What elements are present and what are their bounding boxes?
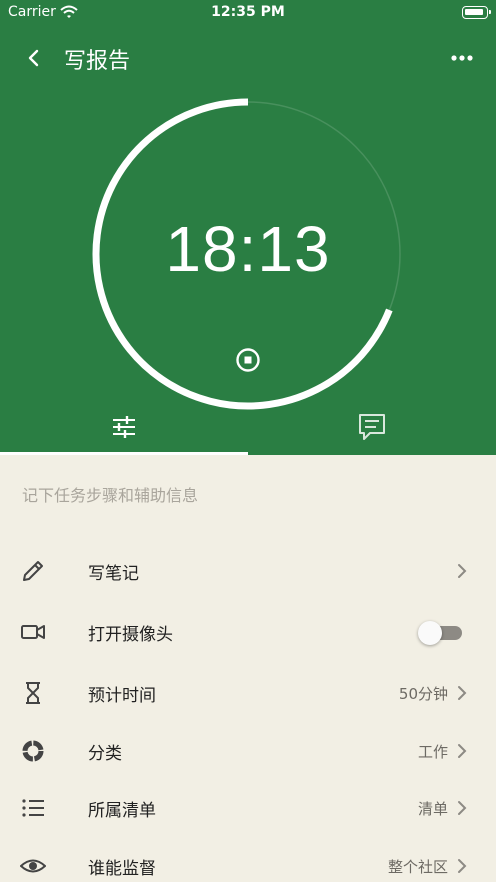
row-label: 预计时间 <box>88 686 156 706</box>
row-write-note[interactable]: 写笔记 <box>0 541 496 599</box>
hourglass-icon <box>20 680 46 706</box>
battery-icon <box>462 6 491 19</box>
timer-header: Carrier 12:35 PM 写报告 18:13 <box>0 0 496 455</box>
more-icon[interactable] <box>450 50 474 66</box>
video-camera-icon <box>20 619 46 645</box>
chevron-right-icon <box>456 857 468 875</box>
row-value: 50分钟 <box>398 685 448 703</box>
chevron-left-icon[interactable] <box>22 46 46 70</box>
row-label: 谁能监督 <box>88 859 156 879</box>
pencil-icon <box>20 558 46 584</box>
chevron-right-icon <box>456 742 468 760</box>
eye-icon <box>19 853 47 879</box>
chevron-right-icon <box>456 799 468 817</box>
task-notes-placeholder[interactable]: 记下任务步骤和辅助信息 <box>22 482 198 506</box>
list-icon <box>20 795 46 821</box>
timer-display: 18:13 <box>165 213 331 285</box>
row-value: 整个社区 <box>387 858 448 876</box>
toggle-knob <box>418 621 442 645</box>
tab-indicator <box>0 452 248 455</box>
stop-icon[interactable] <box>235 347 261 373</box>
row-value: 工作 <box>417 743 448 761</box>
chevron-right-icon <box>456 684 468 702</box>
page-title: 写报告 <box>64 49 131 74</box>
row-open-camera: 打开摄像头 <box>0 602 496 660</box>
sliders-icon <box>111 415 137 443</box>
row-category[interactable]: 分类 工作 <box>0 721 496 779</box>
camera-toggle[interactable] <box>418 621 462 645</box>
tab-comments[interactable] <box>248 405 496 453</box>
status-time: 12:35 PM <box>211 4 285 20</box>
row-list[interactable]: 所属清单 清单 <box>0 778 496 836</box>
row-label: 分类 <box>88 744 122 764</box>
chevron-right-icon <box>456 562 468 580</box>
row-label: 所属清单 <box>88 801 156 821</box>
row-estimated-time[interactable]: 预计时间 50分钟 <box>0 663 496 721</box>
comments-icon <box>358 413 386 445</box>
tab-steps[interactable] <box>0 405 248 453</box>
status-bar: Carrier 12:35 PM <box>0 0 496 26</box>
row-label: 打开摄像头 <box>88 625 173 645</box>
row-label: 写笔记 <box>88 564 139 584</box>
category-icon <box>20 738 46 764</box>
navigation-bar: 写报告 <box>0 36 496 80</box>
row-supervision[interactable]: 谁能监督 整个社区 <box>0 836 496 882</box>
row-value: 清单 <box>417 800 448 818</box>
